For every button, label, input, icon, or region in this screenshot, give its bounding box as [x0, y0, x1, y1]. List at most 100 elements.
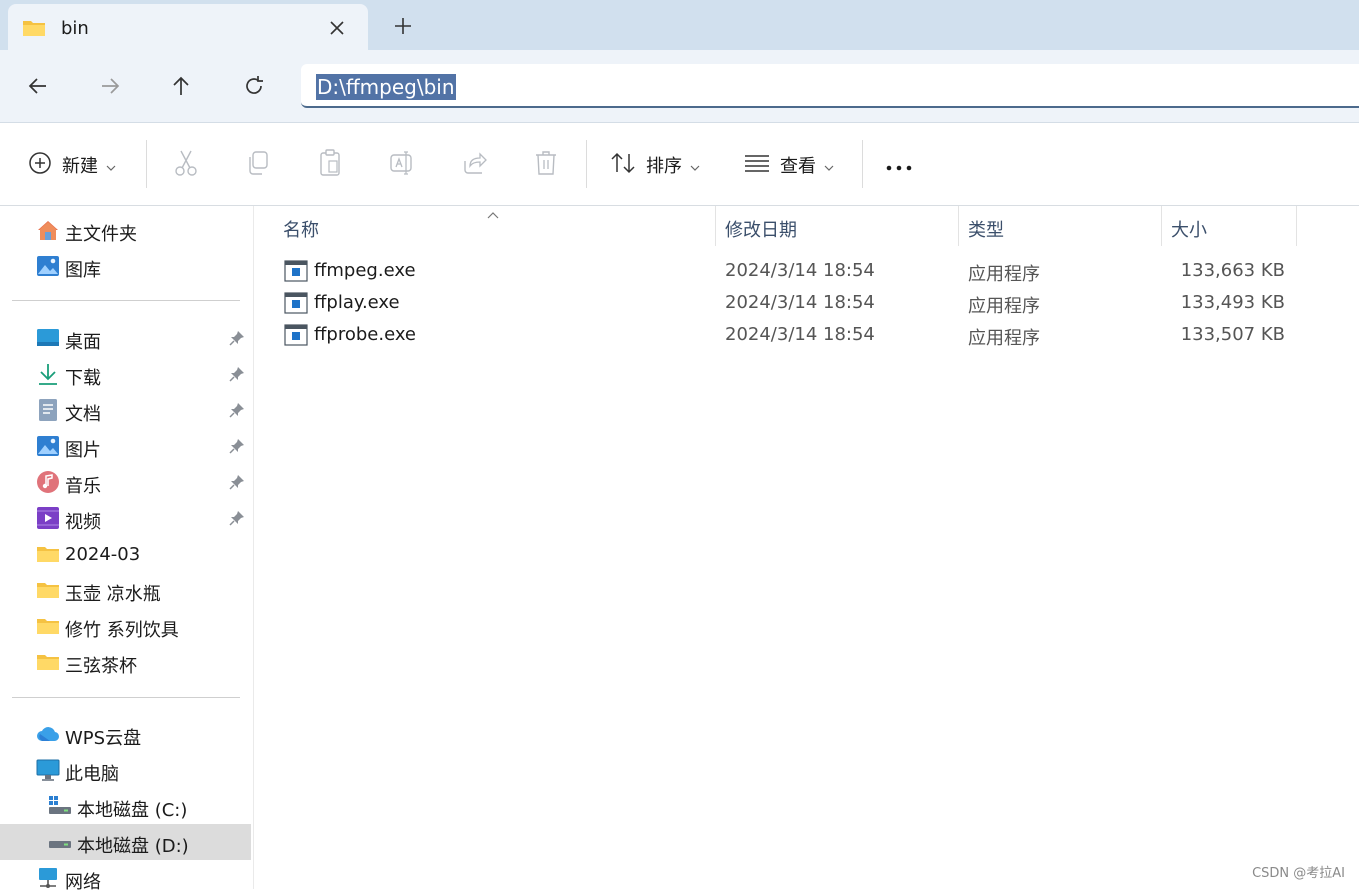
address-bar[interactable]: D:\ffmpeg\bin [301, 64, 1359, 108]
column-header-size[interactable]: 大小 [1171, 216, 1207, 242]
sidebar-item-label: 桌面 [65, 332, 101, 353]
sidebar-item-music[interactable]: 音乐 [0, 464, 251, 500]
close-icon[interactable] [326, 17, 348, 39]
sidebar-item-label: 图库 [65, 260, 101, 281]
file-modified: 2024/3/14 18:54 [725, 292, 875, 313]
rename-icon [389, 150, 415, 180]
column-divider[interactable] [1161, 206, 1162, 246]
forward-arrow-icon[interactable] [98, 74, 122, 98]
trash-icon [534, 150, 558, 180]
watermark-text: CSDN @考拉AI [1252, 866, 1345, 881]
column-header-name[interactable]: 名称 [283, 216, 319, 242]
pin-icon[interactable] [229, 330, 245, 350]
executable-icon [284, 260, 308, 286]
sidebar-item-folder[interactable]: 修竹 系列饮具 [0, 608, 251, 644]
file-name: ffplay.exe [314, 292, 400, 313]
address-path[interactable]: D:\ffmpeg\bin [316, 74, 456, 100]
rename-button[interactable] [389, 150, 415, 180]
tab-title: bin [61, 18, 89, 39]
home-icon [36, 218, 60, 242]
column-header-type[interactable]: 类型 [968, 216, 1004, 242]
file-size: 133,507 KB [1180, 324, 1285, 345]
toolbar-divider [586, 140, 587, 188]
video-icon [36, 506, 60, 530]
new-button[interactable]: 新建 [28, 150, 116, 180]
more-options-button[interactable] [886, 150, 912, 180]
chevron-down-icon [824, 156, 834, 175]
sidebar-item-label: WPS云盘 [65, 728, 142, 749]
tab-bin[interactable]: bin [8, 4, 368, 50]
music-icon [36, 470, 60, 494]
sidebar-divider [12, 697, 240, 698]
up-arrow-icon[interactable] [169, 74, 193, 98]
computer-icon [36, 758, 60, 782]
sidebar-item-pictures[interactable]: 图片 [0, 428, 251, 464]
sidebar-item-label: 本地磁盘 (C:) [77, 800, 188, 821]
sidebar-item-label: 三弦茶杯 [65, 656, 137, 677]
toolbar-divider [862, 140, 863, 188]
sidebar-item-drive-d[interactable]: 本地磁盘 (D:) [0, 824, 251, 860]
share-button[interactable] [462, 150, 488, 180]
file-list: 名称 修改日期 类型 大小 ffmpeg.exe 2024/3/14 18:54… [254, 206, 1359, 889]
sidebar-item-label: 图片 [65, 440, 101, 461]
refresh-icon[interactable] [242, 74, 266, 98]
sidebar-item-home[interactable]: 主文件夹 [0, 212, 251, 248]
add-circle-icon [28, 151, 52, 179]
column-header-modified[interactable]: 修改日期 [725, 216, 797, 242]
sidebar-item-label: 主文件夹 [65, 224, 137, 245]
file-name: ffprobe.exe [314, 324, 416, 345]
new-tab-plus-icon[interactable] [392, 15, 414, 37]
sidebar-item-label: 本地磁盘 (D:) [77, 836, 189, 857]
sidebar-item-label: 玉壶 凉水瓶 [65, 584, 161, 605]
sidebar-item-downloads[interactable]: 下载 [0, 356, 251, 392]
sort-arrows-icon [610, 151, 636, 179]
table-row[interactable]: ffprobe.exe 2024/3/14 18:54 应用程序 133,507… [254, 319, 1359, 351]
file-modified: 2024/3/14 18:54 [725, 260, 875, 281]
pin-icon[interactable] [229, 402, 245, 422]
delete-button[interactable] [534, 150, 558, 180]
sidebar-item-network[interactable]: 网络 [0, 860, 251, 896]
tab-bar: bin [0, 0, 1359, 50]
sidebar-item-videos[interactable]: 视频 [0, 500, 251, 536]
file-type: 应用程序 [968, 328, 1040, 349]
table-row[interactable]: ffplay.exe 2024/3/14 18:54 应用程序 133,493 … [254, 287, 1359, 319]
table-row[interactable]: ffmpeg.exe 2024/3/14 18:54 应用程序 133,663 … [254, 255, 1359, 287]
pin-icon[interactable] [229, 366, 245, 386]
sidebar-item-documents[interactable]: 文档 [0, 392, 251, 428]
folder-icon [36, 542, 60, 566]
pin-icon[interactable] [229, 438, 245, 458]
executable-icon [284, 324, 308, 350]
sort-button[interactable]: 排序 [610, 150, 700, 180]
sidebar-item-label: 修竹 系列饮具 [65, 620, 179, 641]
paste-button[interactable] [318, 149, 342, 181]
pin-icon[interactable] [229, 510, 245, 530]
copy-button[interactable] [246, 150, 270, 180]
column-divider[interactable] [958, 206, 959, 246]
sidebar-item-gallery[interactable]: 图库 [0, 248, 251, 284]
sidebar-item-drive-c[interactable]: 本地磁盘 (C:) [0, 788, 251, 824]
sidebar-item-folder[interactable]: 2024-03 [0, 536, 251, 572]
sort-label: 排序 [646, 156, 682, 177]
desktop-icon [36, 326, 60, 350]
view-button[interactable]: 查看 [744, 150, 834, 180]
cut-button[interactable] [174, 150, 198, 180]
clipboard-icon [318, 149, 342, 181]
sidebar-item-label: 文档 [65, 404, 101, 425]
sidebar-item-wps-cloud[interactable]: WPS云盘 [0, 716, 251, 752]
back-arrow-icon[interactable] [26, 74, 50, 98]
sidebar-item-desktop[interactable]: 桌面 [0, 320, 251, 356]
sidebar-item-folder[interactable]: 玉壶 凉水瓶 [0, 572, 251, 608]
file-type: 应用程序 [968, 296, 1040, 317]
column-divider[interactable] [1296, 206, 1297, 246]
sidebar-divider [12, 300, 240, 301]
file-size: 133,663 KB [1180, 260, 1285, 281]
column-divider[interactable] [715, 206, 716, 246]
pin-icon[interactable] [229, 474, 245, 494]
network-icon [36, 866, 60, 890]
sidebar-item-folder[interactable]: 三弦茶杯 [0, 644, 251, 680]
gallery-icon [36, 254, 60, 278]
sidebar-item-label: 2024-03 [65, 544, 141, 565]
drive-icon [48, 830, 72, 854]
sidebar-item-this-pc[interactable]: 此电脑 [0, 752, 251, 788]
sidebar-item-label: 音乐 [65, 476, 101, 497]
